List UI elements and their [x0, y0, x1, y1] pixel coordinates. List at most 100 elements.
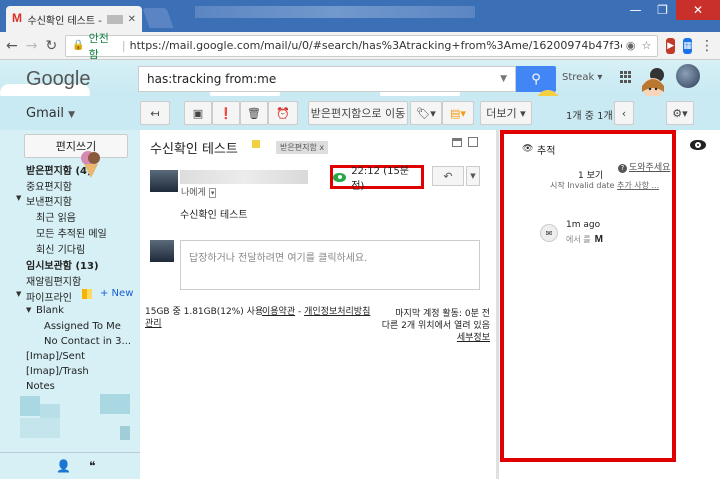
- sidebar-item-pipeline[interactable]: 파이프라인: [26, 289, 72, 304]
- hangouts-quote-icon[interactable]: ❝: [89, 459, 95, 473]
- bookmark-star-icon[interactable]: ☆: [641, 39, 651, 52]
- person-icon[interactable]: 👤: [56, 459, 71, 473]
- redacted-block: [20, 418, 60, 438]
- event-source: 에서 를M: [566, 234, 603, 245]
- sidebar-item-assigned[interactable]: Assigned To Me: [44, 321, 121, 332]
- url-field[interactable]: 🔒 안전함 | https://mail.google.com/mail/u/0…: [65, 32, 659, 61]
- forward-arrow-icon[interactable]: →: [26, 38, 38, 54]
- close-window-button[interactable]: ✕: [676, 0, 720, 20]
- pagination-info: 1개 중 1개: [566, 111, 613, 122]
- sidebar: 편지쓰기 받은편지함 (4) 중요편지함 ▼ 보낸편지함 최근 읽음 모든 추적…: [0, 130, 140, 479]
- gear-icon: ⚙▾: [672, 106, 688, 120]
- sidebar-item-imap-sent[interactable]: [Imap]/Sent: [26, 351, 85, 362]
- tracking-status-badge[interactable]: 22:12 (15분 전): [330, 165, 424, 192]
- details-link[interactable]: 세부정보: [350, 332, 490, 344]
- storage-usage: 15GB 중 1.81GB(12%) 사용: [145, 307, 264, 317]
- browser-titlebar: 수신확인 테스트 - ✕ — ❐ ✕: [0, 0, 720, 32]
- sidebar-item-drafts[interactable]: 임시보관함 (13): [26, 257, 99, 272]
- reload-icon[interactable]: ↻: [45, 38, 57, 54]
- minimize-button[interactable]: —: [622, 0, 649, 20]
- settings-button[interactable]: ⚙▾: [666, 101, 694, 125]
- new-window-icon[interactable]: [468, 137, 478, 147]
- snooze-button[interactable]: ⏰: [268, 101, 298, 125]
- sidebar-item-awaiting-reply[interactable]: 회신 기다림: [36, 241, 85, 256]
- sidebar-item-imap-trash[interactable]: [Imap]/Trash: [26, 366, 89, 377]
- archive-icon: ▣: [192, 106, 204, 120]
- more-label: 더보기: [486, 107, 517, 120]
- search-input[interactable]: has:tracking from:me ▼: [138, 66, 516, 92]
- sidebar-item-notes[interactable]: Notes: [26, 381, 55, 392]
- terms-link[interactable]: 이용약관: [262, 307, 295, 317]
- maximize-button[interactable]: ❐: [649, 0, 676, 20]
- avatar[interactable]: [676, 64, 700, 88]
- google-logo[interactable]: Google: [26, 68, 91, 91]
- newer-button[interactable]: ‹: [614, 101, 634, 125]
- sidebar-item-recently-read[interactable]: 최근 읽음: [36, 209, 76, 224]
- labels-button[interactable]: 🏷▾: [410, 101, 442, 125]
- extension-icon[interactable]: ▶: [666, 37, 676, 54]
- sidebar-item-snoozed[interactable]: 재알림편지함: [26, 273, 81, 288]
- search-query: has:tracking from:me: [147, 72, 277, 86]
- tracking-panel-toggle-eye-icon[interactable]: [690, 140, 706, 150]
- hangouts-bar: 👤 ❝: [0, 452, 140, 479]
- sidebar-item-sent[interactable]: 보낸편지함: [26, 193, 72, 208]
- icecream-decoration: [81, 151, 100, 178]
- pane-divider[interactable]: [496, 130, 499, 479]
- tab-title-redacted: [106, 14, 123, 24]
- help-link[interactable]: 도와주세요: [618, 160, 670, 173]
- streak-menu[interactable]: Streak ▾: [562, 72, 602, 83]
- browser-tab[interactable]: 수신확인 테스트 - ✕: [6, 6, 142, 32]
- sender-avatar: [150, 170, 178, 192]
- more-button[interactable]: 더보기 ▾: [480, 101, 532, 125]
- chevron-left-icon: ‹: [621, 106, 627, 120]
- account-activity: 마지막 계정 활동: 0분 전 다른 2개 위치에서 열려 있음 세부정보: [350, 308, 490, 344]
- back-arrow-icon[interactable]: ←: [6, 38, 18, 54]
- reply-field[interactable]: 답장하거나 전달하려면 여기를 클릭하세요.: [180, 240, 480, 290]
- new-tab-button[interactable]: [142, 8, 174, 28]
- tab-close-icon[interactable]: ✕: [128, 14, 136, 25]
- reply-button[interactable]: ↶: [432, 166, 464, 186]
- start-date: 시작 Invalid date: [550, 181, 615, 190]
- back-to-list-button[interactable]: ↤: [140, 101, 170, 125]
- last-activity: 마지막 계정 활동: 0분 전: [395, 309, 490, 319]
- gmail-app-switcher[interactable]: Gmail ▼: [26, 106, 75, 121]
- chrome-menu-icon[interactable]: ⋮: [700, 38, 714, 54]
- recipient-line[interactable]: 나에게 ▾: [180, 185, 217, 198]
- gmail-label: Gmail: [26, 106, 64, 121]
- report-spam-button[interactable]: ❗: [212, 101, 240, 125]
- delete-button[interactable]: 🗑: [240, 101, 268, 125]
- tracking-panel-title: 추적: [537, 146, 556, 157]
- apps-grid-icon[interactable]: [620, 71, 632, 83]
- manage-storage-link[interactable]: 관리: [145, 316, 162, 329]
- expand-triangle-icon[interactable]: ▼: [16, 290, 21, 298]
- new-pipeline-link[interactable]: + New: [81, 288, 133, 299]
- spam-icon: ❗: [219, 106, 233, 120]
- eye-icon[interactable]: ◉: [626, 39, 636, 52]
- important-marker-icon[interactable]: [252, 140, 260, 148]
- eye-icon: 👁: [522, 144, 534, 154]
- sidebar-item-important[interactable]: 중요편지함: [26, 178, 72, 193]
- expand-triangle-icon[interactable]: ▼: [26, 306, 31, 314]
- inbox-label-chip[interactable]: 받은편지함 x: [276, 141, 329, 154]
- message-pane: 수신확인 테스트 받은편지함 x 나에게 ▾ 22:12 (15분 전) ↶ ▼ …: [140, 130, 496, 479]
- move-to-inbox-button[interactable]: 받은편지함으로 이동: [308, 101, 408, 125]
- trash-icon: 🗑: [247, 106, 261, 120]
- extension-icon-2[interactable]: ▦: [683, 37, 692, 54]
- search-options-chevron-icon[interactable]: ▼: [500, 74, 507, 84]
- tab-title: 수신확인 테스트 -: [27, 15, 102, 27]
- expand-triangle-icon[interactable]: ▼: [16, 194, 21, 202]
- url-separator: |: [121, 39, 126, 52]
- message-more-button[interactable]: ▼: [466, 166, 480, 186]
- envelope-icon: ✉: [540, 224, 558, 242]
- box-icon: ▤▾: [450, 106, 466, 120]
- tracking-start: 시작 Invalid date 추가 사항 ...: [550, 180, 659, 191]
- sidebar-item-all-tracked[interactable]: 모든 추적된 메일: [36, 225, 107, 240]
- archive-button[interactable]: ▣: [184, 101, 212, 125]
- blurred-title-area: [195, 6, 475, 18]
- sidebar-item-blank[interactable]: Blank: [36, 305, 64, 316]
- more-details-link[interactable]: 추가 사항 ...: [617, 181, 659, 190]
- sidebar-item-no-contact[interactable]: No Contact in 3...: [44, 336, 131, 347]
- print-icon[interactable]: [452, 138, 462, 147]
- chevron-down-icon[interactable]: ▾: [208, 188, 217, 198]
- streak-box-button[interactable]: ▤▾: [442, 101, 474, 125]
